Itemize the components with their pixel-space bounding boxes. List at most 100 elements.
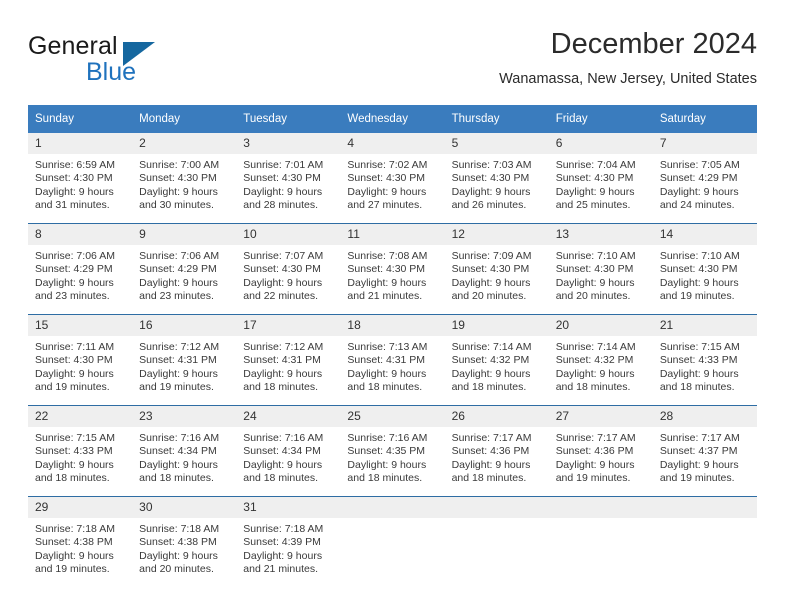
calendar-cell: 31 Sunrise: 7:18 AM Sunset: 4:39 PM Dayligh… xyxy=(236,496,341,587)
weekday-header-saturday: Saturday xyxy=(652,105,757,133)
sunset-text: Sunset: 4:34 PM xyxy=(139,445,217,458)
calendar-day[interactable]: 15 Sunrise: 7:11 AM Sunset: 4:30 PM Dayligh… xyxy=(28,315,133,405)
calendar-cell: 10 Sunrise: 7:07 AM Sunset: 4:30 PM Dayligh… xyxy=(236,223,341,315)
daylight-text: and 21 minutes. xyxy=(347,290,423,303)
calendar-day[interactable]: 31 Sunrise: 7:18 AM Sunset: 4:39 PM Dayligh… xyxy=(236,497,341,587)
sunrise-text: Sunrise: 7:14 AM xyxy=(555,341,636,353)
sunrise-text: Sunrise: 7:11 AM xyxy=(35,341,115,353)
day-number: 7 xyxy=(652,133,757,154)
day-details: Sunrise: 7:18 AM Sunset: 4:38 PM Daylight:… xyxy=(132,518,236,577)
sunset-text: Sunset: 4:39 PM xyxy=(243,536,321,549)
calendar-day[interactable]: 5 Sunrise: 7:03 AM Sunset: 4:30 PM Daylight… xyxy=(444,133,549,223)
calendar-day[interactable]: 14 Sunrise: 7:10 AM Sunset: 4:30 PM Dayligh… xyxy=(652,224,757,314)
calendar-day[interactable]: 19 Sunrise: 7:14 AM Sunset: 4:32 PM Dayligh… xyxy=(444,315,549,405)
day-number: 24 xyxy=(236,406,341,427)
calendar-day[interactable]: 23 Sunrise: 7:16 AM Sunset: 4:34 PM Dayligh… xyxy=(132,406,237,496)
calendar-day[interactable]: 29 Sunrise: 7:18 AM Sunset: 4:38 PM Dayligh… xyxy=(28,497,133,587)
brand-logo[interactable]: General Blue xyxy=(28,32,238,88)
day-details: Sunrise: 7:18 AM Sunset: 4:39 PM Daylight:… xyxy=(236,518,340,577)
calendar-day[interactable]: 3 Sunrise: 7:01 AM Sunset: 4:30 PM Daylight… xyxy=(236,133,341,223)
sunset-text: Sunset: 4:31 PM xyxy=(139,354,217,367)
calendar-day[interactable]: 18 Sunrise: 7:13 AM Sunset: 4:31 PM Dayligh… xyxy=(340,315,445,405)
daylight-text: and 18 minutes. xyxy=(451,472,527,485)
daylight-text: Daylight: 9 hours xyxy=(243,185,323,198)
calendar-cell: 7 Sunrise: 7:05 AM Sunset: 4:29 PM Daylight… xyxy=(652,133,757,224)
calendar-day[interactable]: 12 Sunrise: 7:09 AM Sunset: 4:30 PM Dayligh… xyxy=(444,224,549,314)
day-number: 2 xyxy=(132,133,237,154)
calendar-cell: 24 Sunrise: 7:16 AM Sunset: 4:34 PM Dayligh… xyxy=(236,405,341,497)
day-details: Sunrise: 7:17 AM Sunset: 4:37 PM Daylight:… xyxy=(653,427,757,486)
day-details: Sunrise: 7:15 AM Sunset: 4:33 PM Daylight:… xyxy=(28,427,132,486)
daylight-text: and 18 minutes. xyxy=(139,472,214,485)
calendar-cell xyxy=(652,496,757,587)
daylight-text: and 18 minutes. xyxy=(451,381,527,394)
sunrise-text: Sunrise: 7:06 AM xyxy=(139,250,220,262)
calendar-day[interactable]: 9 Sunrise: 7:06 AM Sunset: 4:29 PM Daylight… xyxy=(132,224,237,314)
calendar-day[interactable]: 16 Sunrise: 7:12 AM Sunset: 4:31 PM Dayligh… xyxy=(132,315,237,405)
sunset-text: Sunset: 4:32 PM xyxy=(451,354,530,367)
day-number: 17 xyxy=(236,315,341,336)
day-details: Sunrise: 6:59 AM Sunset: 4:30 PM Daylight:… xyxy=(28,154,132,213)
title-block: December 2024 Wanamassa, New Jersey, Uni… xyxy=(499,26,757,90)
calendar-day[interactable]: 2 Sunrise: 7:00 AM Sunset: 4:30 PM Daylight… xyxy=(132,133,237,223)
day-details: Sunrise: 7:14 AM Sunset: 4:32 PM Daylight:… xyxy=(445,336,549,395)
sunset-text: Sunset: 4:29 PM xyxy=(659,172,738,185)
sunset-text: Sunset: 4:33 PM xyxy=(35,445,113,458)
sunset-text: Sunset: 4:37 PM xyxy=(659,445,738,458)
daylight-text: Daylight: 9 hours xyxy=(659,185,739,198)
daylight-text: and 19 minutes. xyxy=(35,563,110,576)
calendar-day[interactable]: 17 Sunrise: 7:12 AM Sunset: 4:31 PM Dayligh… xyxy=(236,315,341,405)
calendar-day[interactable]: 22 Sunrise: 7:15 AM Sunset: 4:33 PM Dayligh… xyxy=(28,406,133,496)
calendar-cell: 13 Sunrise: 7:10 AM Sunset: 4:30 PM Dayligh… xyxy=(548,223,653,315)
calendar-day[interactable]: 21 Sunrise: 7:15 AM Sunset: 4:33 PM Dayligh… xyxy=(652,315,757,405)
daylight-text: and 30 minutes. xyxy=(139,199,214,212)
calendar-day[interactable]: 7 Sunrise: 7:05 AM Sunset: 4:29 PM Daylight… xyxy=(652,133,757,223)
calendar-day[interactable]: 28 Sunrise: 7:17 AM Sunset: 4:37 PM Dayligh… xyxy=(652,406,757,496)
daylight-text: and 23 minutes. xyxy=(35,290,110,303)
day-number: 30 xyxy=(132,497,237,518)
calendar-cell: 15 Sunrise: 7:11 AM Sunset: 4:30 PM Dayligh… xyxy=(28,314,133,406)
daylight-text: and 18 minutes. xyxy=(659,381,735,394)
calendar-day[interactable]: 10 Sunrise: 7:07 AM Sunset: 4:30 PM Dayligh… xyxy=(236,224,341,314)
day-number: 23 xyxy=(132,406,237,427)
calendar-day[interactable]: 24 Sunrise: 7:16 AM Sunset: 4:34 PM Dayligh… xyxy=(236,406,341,496)
day-number: 19 xyxy=(444,315,549,336)
daylight-text: and 25 minutes. xyxy=(555,199,631,212)
calendar-day[interactable]: 27 Sunrise: 7:17 AM Sunset: 4:36 PM Dayligh… xyxy=(548,406,653,496)
calendar-day[interactable]: 6 Sunrise: 7:04 AM Sunset: 4:30 PM Daylight… xyxy=(548,133,653,223)
daylight-text: and 27 minutes. xyxy=(347,199,423,212)
sunset-text: Sunset: 4:32 PM xyxy=(555,354,634,367)
calendar-day[interactable]: 4 Sunrise: 7:02 AM Sunset: 4:30 PM Daylight… xyxy=(340,133,445,223)
day-details: Sunrise: 7:02 AM Sunset: 4:30 PM Daylight:… xyxy=(340,154,444,213)
day-number: 1 xyxy=(28,133,133,154)
weekday-header-thursday: Thursday xyxy=(444,105,549,133)
sunset-text: Sunset: 4:36 PM xyxy=(451,445,530,458)
day-details: Sunrise: 7:13 AM Sunset: 4:31 PM Daylight:… xyxy=(340,336,444,395)
day-number: 26 xyxy=(444,406,549,427)
day-details: Sunrise: 7:17 AM Sunset: 4:36 PM Daylight:… xyxy=(549,427,653,486)
daylight-text: Daylight: 9 hours xyxy=(35,367,114,380)
sunrise-text: Sunrise: 7:14 AM xyxy=(451,341,532,353)
daylight-text: and 26 minutes. xyxy=(451,199,527,212)
calendar-day[interactable]: 1 Sunrise: 6:59 AM Sunset: 4:30 PM Daylight… xyxy=(28,133,133,223)
daylight-text: Daylight: 9 hours xyxy=(555,276,635,289)
weekday-header-wednesday: Wednesday xyxy=(340,105,445,133)
calendar-day[interactable]: 11 Sunrise: 7:08 AM Sunset: 4:30 PM Dayligh… xyxy=(340,224,445,314)
calendar-page: General Blue December 2024 Wanamassa, Ne… xyxy=(0,0,792,612)
calendar-day[interactable]: 26 Sunrise: 7:17 AM Sunset: 4:36 PM Dayligh… xyxy=(444,406,549,496)
daylight-text: Daylight: 9 hours xyxy=(659,458,739,471)
day-details: Sunrise: 7:04 AM Sunset: 4:30 PM Daylight:… xyxy=(549,154,653,213)
sunset-text: Sunset: 4:30 PM xyxy=(451,263,530,276)
day-number: 15 xyxy=(28,315,133,336)
calendar-day[interactable]: 20 Sunrise: 7:14 AM Sunset: 4:32 PM Dayligh… xyxy=(548,315,653,405)
calendar-day[interactable]: 30 Sunrise: 7:18 AM Sunset: 4:38 PM Dayligh… xyxy=(132,497,237,587)
daylight-text: Daylight: 9 hours xyxy=(347,185,427,198)
calendar-day[interactable]: 25 Sunrise: 7:16 AM Sunset: 4:35 PM Dayligh… xyxy=(340,406,445,496)
calendar-cell: 5 Sunrise: 7:03 AM Sunset: 4:30 PM Daylight… xyxy=(444,133,549,224)
calendar-day[interactable]: 8 Sunrise: 7:06 AM Sunset: 4:29 PM Daylight… xyxy=(28,224,133,314)
calendar-day[interactable]: 13 Sunrise: 7:10 AM Sunset: 4:30 PM Dayligh… xyxy=(548,224,653,314)
day-details: Sunrise: 7:09 AM Sunset: 4:30 PM Daylight:… xyxy=(445,245,549,304)
day-details: Sunrise: 7:16 AM Sunset: 4:35 PM Daylight:… xyxy=(340,427,444,486)
calendar-day-empty xyxy=(340,497,445,587)
calendar-cell: 25 Sunrise: 7:16 AM Sunset: 4:35 PM Dayligh… xyxy=(340,405,445,497)
